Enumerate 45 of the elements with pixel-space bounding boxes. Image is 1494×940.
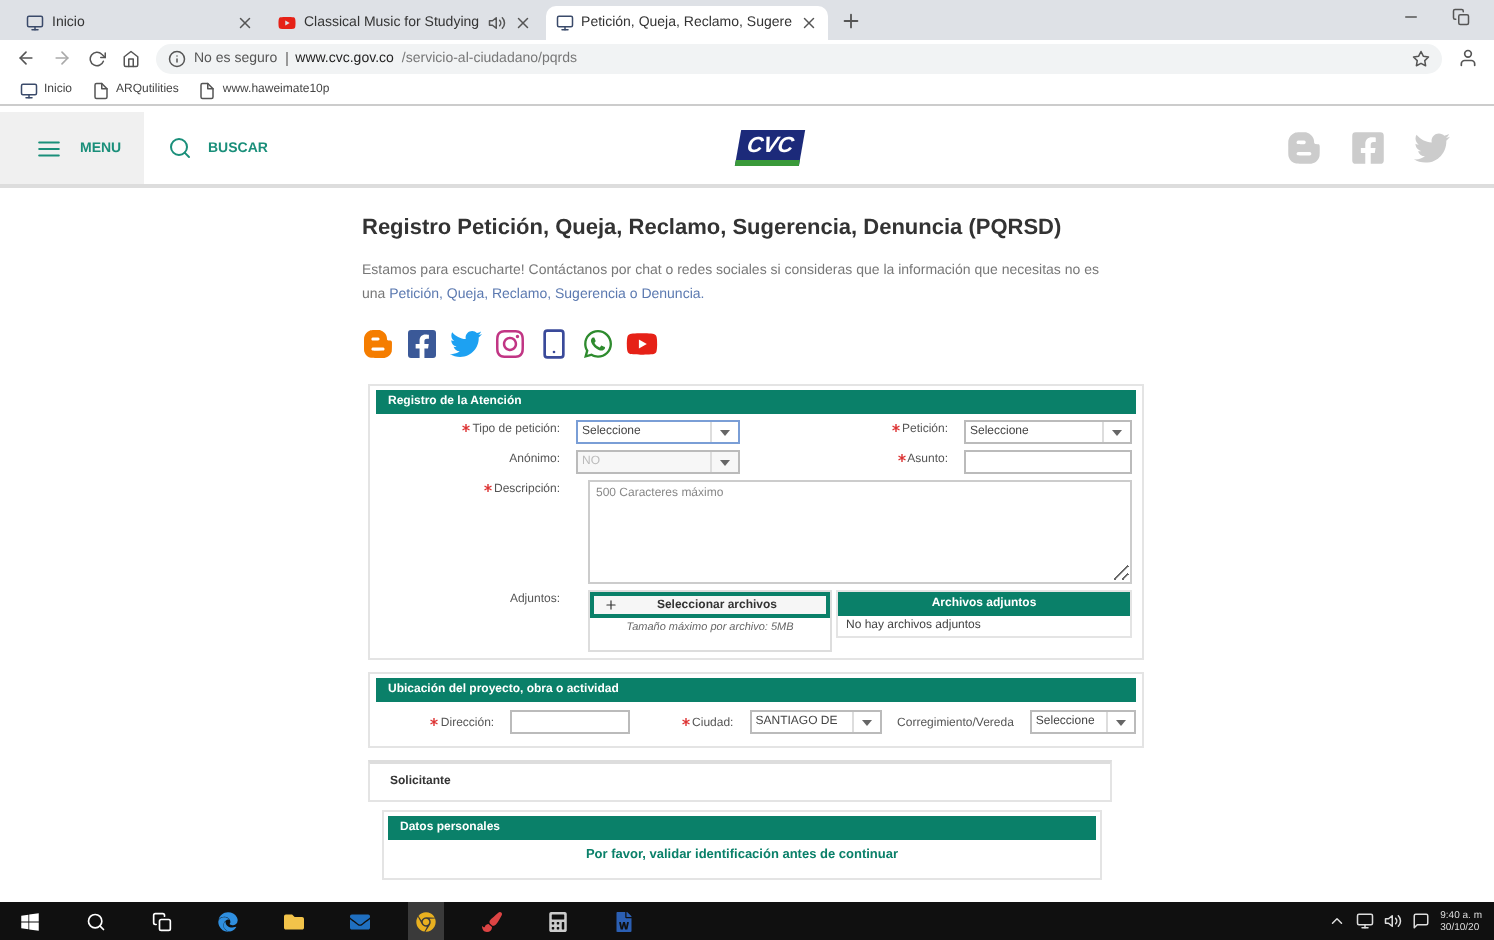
chrome-icon[interactable] — [408, 902, 444, 940]
restore-icon[interactable] — [1452, 7, 1470, 25]
plus-icon — [604, 598, 618, 612]
page-icon — [92, 81, 111, 99]
caret-icon — [1116, 719, 1127, 725]
twitter-icon[interactable] — [450, 328, 482, 360]
close-icon[interactable] — [236, 14, 254, 32]
instagram-icon[interactable] — [494, 328, 526, 360]
required-icon — [430, 718, 439, 726]
close-icon[interactable] — [513, 14, 532, 32]
input-field[interactable] — [510, 710, 631, 734]
chevron-up-icon[interactable] — [1328, 912, 1347, 930]
new-tab-icon[interactable] — [839, 9, 862, 31]
site-icon — [555, 14, 574, 32]
required-icon — [462, 424, 471, 432]
menu-icon — [36, 135, 62, 161]
back-icon[interactable] — [16, 48, 36, 68]
speaker-icon[interactable] — [1384, 912, 1403, 930]
phone-icon[interactable] — [582, 328, 614, 360]
required-icon — [891, 424, 900, 432]
required-icon — [483, 484, 492, 492]
close-icon[interactable] — [799, 14, 818, 32]
facebook-icon[interactable] — [406, 328, 438, 360]
input-field[interactable] — [964, 450, 1132, 474]
caret-icon — [720, 429, 730, 435]
notification-icon[interactable] — [1412, 912, 1431, 930]
page-icon — [198, 81, 217, 99]
logo[interactable]: CVC — [734, 130, 806, 166]
video-icon — [278, 14, 296, 32]
blogger-icon[interactable] — [362, 328, 394, 360]
search-icon — [168, 136, 192, 160]
youtube-icon[interactable] — [626, 328, 658, 360]
account-icon[interactable] — [1458, 48, 1478, 68]
info-icon — [168, 49, 186, 67]
reload-icon[interactable] — [88, 49, 106, 67]
page-title: Registro Petición, Queja, Reclamo, Sugerencia, Denuncia (PQRSD) — [362, 216, 1064, 240]
site-icon — [20, 81, 38, 99]
caret-icon — [861, 719, 872, 725]
required-icon — [897, 454, 906, 462]
caret-icon — [720, 459, 730, 465]
home-icon[interactable] — [122, 49, 140, 67]
required-icon — [682, 718, 691, 726]
star-icon[interactable] — [1412, 49, 1430, 67]
caret-icon — [1112, 429, 1122, 435]
site-icon — [26, 14, 44, 32]
